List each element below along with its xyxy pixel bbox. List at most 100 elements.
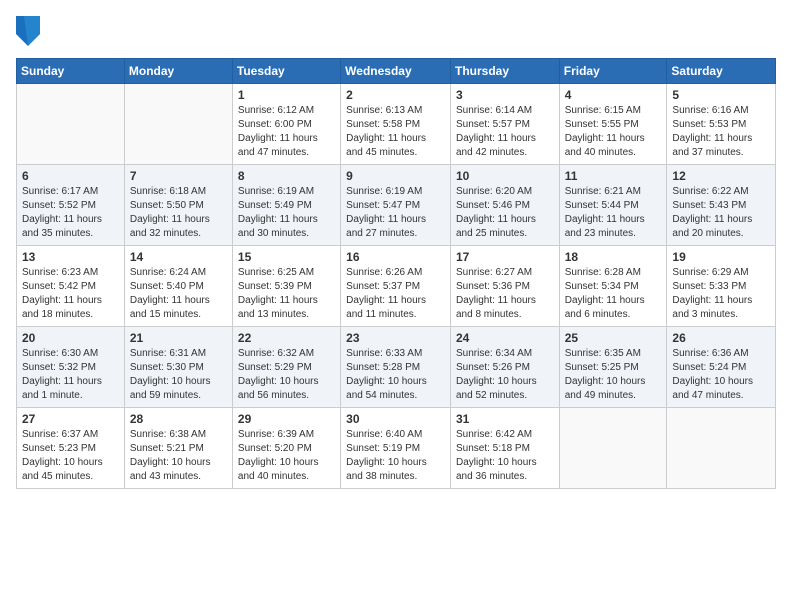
calendar-cell: 25 Sunrise: 6:35 AM Sunset: 5:25 PM Dayli…: [559, 327, 667, 408]
calendar-cell: 11Sunrise: 6:21 AM Sunset: 5:44 PM Dayli…: [559, 165, 667, 246]
cell-content: Sunrise: 6:42 AM Sunset: 5:18 PM Dayligh…: [456, 428, 554, 484]
calendar-cell: 1 Sunrise: 6:12 AM Sunset: 6:00 PM Daylig…: [232, 84, 340, 165]
day-number: 31: [456, 412, 554, 426]
day-number: 11: [565, 169, 662, 183]
day-number: 15: [238, 250, 335, 264]
calendar-cell: 22 Sunrise: 6:32 AM Sunset: 5:29 PM Dayli…: [232, 327, 340, 408]
cell-content: Sunrise: 6:25 AM Sunset: 5:39 PM Dayligh…: [238, 266, 335, 322]
cell-content: Sunrise: 6:31 AM Sunset: 5:30 PM Dayligh…: [130, 347, 227, 403]
day-number: 29: [238, 412, 335, 426]
cell-content: Sunrise: 6:27 AM Sunset: 5:36 PM Dayligh…: [456, 266, 554, 322]
cell-content: Sunrise: 6:23 AM Sunset: 5:42 PM Dayligh…: [22, 266, 119, 322]
cell-content: Sunrise: 6:39 AM Sunset: 5:20 PM Dayligh…: [238, 428, 335, 484]
weekday-header-friday: Friday: [559, 59, 667, 84]
calendar-cell: 23Sunrise: 6:33 AM Sunset: 5:28 PM Dayli…: [341, 327, 451, 408]
day-number: 7: [130, 169, 227, 183]
day-number: 2: [346, 88, 445, 102]
day-number: 8: [238, 169, 335, 183]
cell-content: Sunrise: 6:20 AM Sunset: 5:46 PM Dayligh…: [456, 185, 554, 241]
day-number: 22: [238, 331, 335, 345]
calendar-cell: 19Sunrise: 6:29 AM Sunset: 5:33 PM Dayli…: [667, 246, 776, 327]
cell-content: Sunrise: 6:30 AM Sunset: 5:32 PM Dayligh…: [22, 347, 119, 403]
day-number: 28: [130, 412, 227, 426]
day-number: 17: [456, 250, 554, 264]
cell-content: Sunrise: 6:32 AM Sunset: 5:29 PM Dayligh…: [238, 347, 335, 403]
calendar-cell: 18 Sunrise: 6:28 AM Sunset: 5:34 PM Dayli…: [559, 246, 667, 327]
calendar-cell: [667, 408, 776, 489]
cell-content: Sunrise: 6:15 AM Sunset: 5:55 PM Dayligh…: [565, 104, 662, 160]
day-number: 21: [130, 331, 227, 345]
day-number: 4: [565, 88, 662, 102]
cell-content: Sunrise: 6:26 AM Sunset: 5:37 PM Dayligh…: [346, 266, 445, 322]
day-number: 1: [238, 88, 335, 102]
day-number: 30: [346, 412, 445, 426]
cell-content: Sunrise: 6:22 AM Sunset: 5:43 PM Dayligh…: [672, 185, 770, 241]
calendar-cell: 31 Sunrise: 6:42 AM Sunset: 5:18 PM Dayli…: [450, 408, 559, 489]
cell-content: Sunrise: 6:37 AM Sunset: 5:23 PM Dayligh…: [22, 428, 119, 484]
calendar-cell: [124, 84, 232, 165]
cell-content: Sunrise: 6:28 AM Sunset: 5:34 PM Dayligh…: [565, 266, 662, 322]
calendar-cell: 13 Sunrise: 6:23 AM Sunset: 5:42 PM Dayli…: [17, 246, 125, 327]
calendar-cell: 4 Sunrise: 6:15 AM Sunset: 5:55 PM Daylig…: [559, 84, 667, 165]
day-number: 25: [565, 331, 662, 345]
calendar-table: SundayMondayTuesdayWednesdayThursdayFrid…: [16, 58, 776, 489]
calendar-cell: 8 Sunrise: 6:19 AM Sunset: 5:49 PM Daylig…: [232, 165, 340, 246]
cell-content: Sunrise: 6:16 AM Sunset: 5:53 PM Dayligh…: [672, 104, 770, 160]
cell-content: Sunrise: 6:14 AM Sunset: 5:57 PM Dayligh…: [456, 104, 554, 160]
cell-content: Sunrise: 6:33 AM Sunset: 5:28 PM Dayligh…: [346, 347, 445, 403]
calendar-cell: [17, 84, 125, 165]
calendar-cell: 15 Sunrise: 6:25 AM Sunset: 5:39 PM Dayli…: [232, 246, 340, 327]
calendar-cell: 29 Sunrise: 6:39 AM Sunset: 5:20 PM Dayli…: [232, 408, 340, 489]
cell-content: Sunrise: 6:24 AM Sunset: 5:40 PM Dayligh…: [130, 266, 227, 322]
cell-content: Sunrise: 6:35 AM Sunset: 5:25 PM Dayligh…: [565, 347, 662, 403]
weekday-header-wednesday: Wednesday: [341, 59, 451, 84]
day-number: 10: [456, 169, 554, 183]
week-row-1: 1 Sunrise: 6:12 AM Sunset: 6:00 PM Daylig…: [17, 84, 776, 165]
calendar-cell: 24Sunrise: 6:34 AM Sunset: 5:26 PM Dayli…: [450, 327, 559, 408]
calendar-cell: 21 Sunrise: 6:31 AM Sunset: 5:30 PM Dayli…: [124, 327, 232, 408]
calendar-cell: 10 Sunrise: 6:20 AM Sunset: 5:46 PM Dayli…: [450, 165, 559, 246]
day-number: 12: [672, 169, 770, 183]
calendar-cell: 12 Sunrise: 6:22 AM Sunset: 5:43 PM Dayli…: [667, 165, 776, 246]
weekday-header-monday: Monday: [124, 59, 232, 84]
cell-content: Sunrise: 6:12 AM Sunset: 6:00 PM Dayligh…: [238, 104, 335, 160]
logo-icon: [16, 16, 40, 46]
calendar-cell: 6Sunrise: 6:17 AM Sunset: 5:52 PM Daylig…: [17, 165, 125, 246]
calendar-cell: [559, 408, 667, 489]
day-number: 24: [456, 331, 554, 345]
page: SundayMondayTuesdayWednesdayThursdayFrid…: [0, 0, 792, 612]
cell-content: Sunrise: 6:13 AM Sunset: 5:58 PM Dayligh…: [346, 104, 445, 160]
day-number: 26: [672, 331, 770, 345]
calendar-cell: 9 Sunrise: 6:19 AM Sunset: 5:47 PM Daylig…: [341, 165, 451, 246]
cell-content: Sunrise: 6:19 AM Sunset: 5:47 PM Dayligh…: [346, 185, 445, 241]
weekday-header-saturday: Saturday: [667, 59, 776, 84]
cell-content: Sunrise: 6:40 AM Sunset: 5:19 PM Dayligh…: [346, 428, 445, 484]
calendar-cell: 14Sunrise: 6:24 AM Sunset: 5:40 PM Dayli…: [124, 246, 232, 327]
cell-content: Sunrise: 6:29 AM Sunset: 5:33 PM Dayligh…: [672, 266, 770, 322]
cell-content: Sunrise: 6:19 AM Sunset: 5:49 PM Dayligh…: [238, 185, 335, 241]
week-row-2: 6Sunrise: 6:17 AM Sunset: 5:52 PM Daylig…: [17, 165, 776, 246]
cell-content: Sunrise: 6:36 AM Sunset: 5:24 PM Dayligh…: [672, 347, 770, 403]
day-number: 27: [22, 412, 119, 426]
calendar-cell: 5Sunrise: 6:16 AM Sunset: 5:53 PM Daylig…: [667, 84, 776, 165]
day-number: 3: [456, 88, 554, 102]
day-number: 20: [22, 331, 119, 345]
calendar-cell: 2 Sunrise: 6:13 AM Sunset: 5:58 PM Daylig…: [341, 84, 451, 165]
calendar-cell: 28 Sunrise: 6:38 AM Sunset: 5:21 PM Dayli…: [124, 408, 232, 489]
day-number: 16: [346, 250, 445, 264]
header: [16, 16, 776, 46]
day-number: 18: [565, 250, 662, 264]
cell-content: Sunrise: 6:38 AM Sunset: 5:21 PM Dayligh…: [130, 428, 227, 484]
day-number: 9: [346, 169, 445, 183]
day-number: 13: [22, 250, 119, 264]
week-row-3: 13 Sunrise: 6:23 AM Sunset: 5:42 PM Dayli…: [17, 246, 776, 327]
week-row-5: 27 Sunrise: 6:37 AM Sunset: 5:23 PM Dayli…: [17, 408, 776, 489]
cell-content: Sunrise: 6:17 AM Sunset: 5:52 PM Dayligh…: [22, 185, 119, 241]
weekday-header-sunday: Sunday: [17, 59, 125, 84]
calendar-cell: 7 Sunrise: 6:18 AM Sunset: 5:50 PM Daylig…: [124, 165, 232, 246]
calendar-cell: 27 Sunrise: 6:37 AM Sunset: 5:23 PM Dayli…: [17, 408, 125, 489]
calendar-cell: 20 Sunrise: 6:30 AM Sunset: 5:32 PM Dayli…: [17, 327, 125, 408]
weekday-header-row: SundayMondayTuesdayWednesdayThursdayFrid…: [17, 59, 776, 84]
cell-content: Sunrise: 6:18 AM Sunset: 5:50 PM Dayligh…: [130, 185, 227, 241]
logo: [16, 16, 44, 46]
